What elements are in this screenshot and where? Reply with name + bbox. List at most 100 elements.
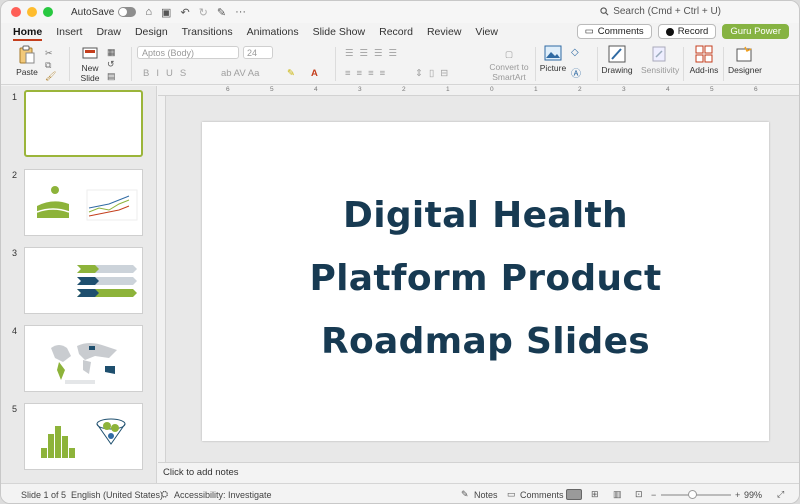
tab-design[interactable]: Design [135,26,168,38]
horizontal-ruler: 6 5 4 3 2 1 0 1 2 3 4 5 6 [158,86,799,96]
tab-draw[interactable]: Draw [96,26,121,38]
notes-icon: ✎ [461,489,469,499]
comments-button[interactable]: ▭ Comments [576,24,652,39]
zoom-level[interactable]: 99% [744,490,762,500]
text-effects-icon[interactable]: ab AV Aa [221,68,259,79]
tab-record[interactable]: Record [379,26,413,38]
autosave-toggle[interactable] [118,7,137,17]
close-window-button[interactable] [11,7,21,17]
highlight-icon[interactable]: ✎ [287,68,295,79]
cut-icon[interactable]: ✂ [45,48,53,59]
accessibility-status[interactable]: Accessibility: Investigate [174,490,272,500]
ruler-tick: 3 [622,86,626,93]
customize-icon[interactable]: ✎ [217,6,226,19]
reading-view-icon[interactable]: ▥ [613,489,622,500]
divider [597,47,598,81]
font-format-buttons[interactable]: BIUS [143,68,193,79]
slide-title[interactable]: Digital Health Platform Product Roadmap … [202,184,769,373]
tab-view[interactable]: View [475,26,498,38]
zoom-out-icon[interactable]: − [651,490,656,500]
zoom-slider-knob[interactable] [688,490,697,499]
copy-icon[interactable]: ⧉ [45,60,51,71]
list-buttons[interactable]: ☰☰☰☰ [345,48,403,59]
textbox-icon[interactable]: Ⓐ [571,65,581,80]
slide-sorter-icon[interactable]: ⊞ [591,489,599,500]
tab-slide-show[interactable]: Slide Show [313,26,366,38]
drawing-button[interactable]: Drawing [601,45,633,75]
align-buttons[interactable]: ≡≡≡≡ [345,68,391,79]
add-ins-label: Add-ins [689,65,719,75]
layout-icon[interactable]: ▦ [107,47,116,58]
shapes-icon[interactable]: ◇ [571,47,579,58]
save-icon[interactable]: ▣ [161,6,171,19]
comments-status-button[interactable]: Comments [520,490,564,500]
ruler-tick: 5 [270,86,274,93]
comments-label: Comments [597,26,644,37]
ribbon-toolbar: Paste ✂ ⧉ 🖌 New Slide ▦ ↺ ▤ Aptos (Body)… [1,41,799,85]
zoom-window-button[interactable] [43,7,53,17]
spacing-buttons[interactable]: ⇕▯⊟ [415,68,454,79]
sensitivity-button[interactable]: Sensitivity [641,45,680,75]
undo-icon[interactable]: ↶ [180,6,189,19]
tab-animations[interactable]: Animations [247,26,299,38]
record-icon [665,27,674,36]
redo-icon[interactable]: ↻ [199,6,208,19]
normal-view-button[interactable] [566,489,582,500]
slide-thumbnail-4[interactable] [24,325,143,392]
tab-insert[interactable]: Insert [56,26,82,38]
arrow-diagram-thumbnail-graphic [77,265,137,297]
thumb-number-3: 3 [12,248,18,258]
sensitivity-label: Sensitivity [641,65,680,75]
slide-thumbnail-3[interactable] [24,247,143,314]
picture-icon [544,45,562,61]
language-status[interactable]: English (United States) [71,490,163,500]
slide-thumbnail-2[interactable] [24,169,143,236]
designer-button[interactable]: Designer [728,45,763,75]
font-color-icon[interactable]: A [311,68,318,79]
convert-smartart-button[interactable]: ▢ Convert to SmartArt [487,49,531,82]
accessibility-icon: ⛭ [161,489,169,499]
tab-transitions[interactable]: Transitions [182,26,233,38]
record-button[interactable]: Record [657,24,717,39]
ruler-tick: 1 [446,86,450,93]
reset-icon[interactable]: ↺ [107,59,115,70]
guru-power-button[interactable]: Guru Power [722,24,789,39]
format-painter-icon[interactable]: 🖌 [45,71,56,82]
home-icon[interactable]: ⌂ [145,6,152,18]
add-ins-icon [695,45,713,63]
font-name-select[interactable]: Aptos (Body) [137,46,239,59]
powerpoint-window: AutoSave ⌂ ▣ ↶ ↻ ✎ ··· Search (Cmd + Ctr… [0,0,800,504]
ruler-tick: 1 [534,86,538,93]
paste-button[interactable]: Paste [13,45,41,77]
slide-editor: 6 5 4 3 2 1 0 1 2 3 4 5 6 Digital Health… [158,86,799,462]
divider [335,47,336,81]
slide-thumbnail-5[interactable] [24,403,143,470]
search-box[interactable]: Search (Cmd + Ctrl + U) [600,6,721,17]
more-icon[interactable]: ··· [235,6,246,18]
new-slide-button[interactable]: New Slide [77,47,103,83]
tab-review[interactable]: Review [427,26,461,38]
drawing-label: Drawing [601,65,633,75]
picture-button[interactable]: Picture [539,45,567,73]
picture-label: Picture [539,63,567,73]
slide-thumbnail-1[interactable] [24,90,143,157]
add-ins-button[interactable]: Add-ins [689,45,719,75]
minimize-window-button[interactable] [27,7,37,17]
title-line-1: Digital Health [343,195,628,236]
designer-label: Designer [728,65,763,75]
zoom-in-icon[interactable]: + [735,490,740,500]
font-size-select[interactable]: 24 [243,46,273,59]
comments-icon: ▭ [507,489,516,499]
notes-pane[interactable]: Click to add notes [158,462,799,483]
tab-home[interactable]: Home [13,26,43,41]
divider [535,47,536,81]
clipboard-icon [19,45,35,64]
ruler-tick: 4 [314,86,318,93]
slideshow-icon[interactable]: ⊡ [635,489,643,500]
slide-count: Slide 1 of 5 [21,489,67,500]
slide-canvas[interactable]: Digital Health Platform Product Roadmap … [202,122,769,441]
fit-slide-icon[interactable]: ⤢ [777,489,784,500]
ruler-tick: 6 [226,86,230,93]
section-icon[interactable]: ▤ [107,71,116,82]
notes-button[interactable]: Notes [474,490,498,500]
